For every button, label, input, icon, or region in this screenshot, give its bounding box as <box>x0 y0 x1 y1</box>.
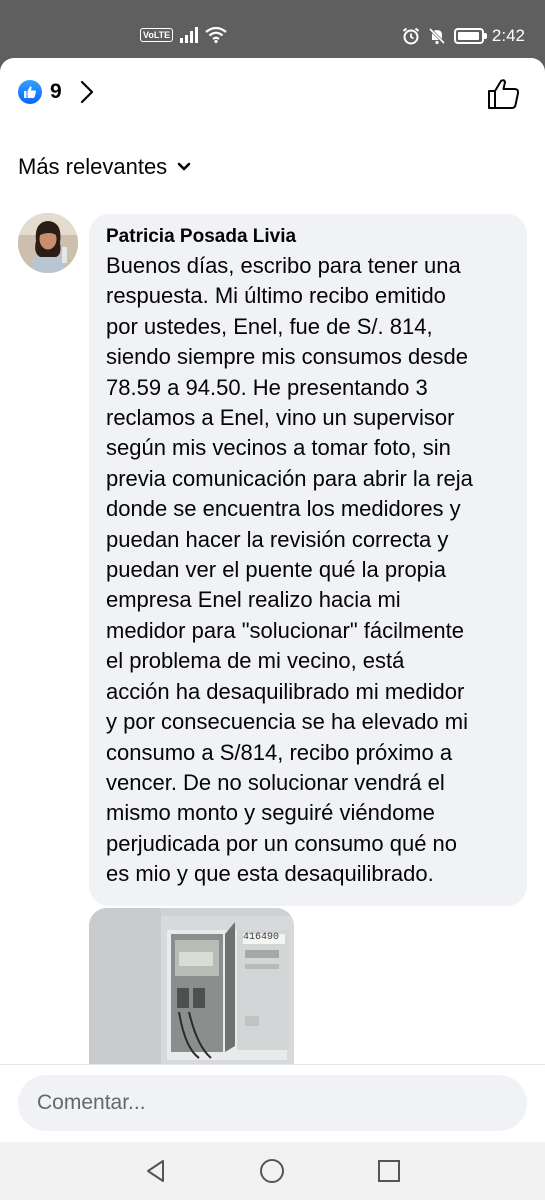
sort-selector[interactable]: Más relevantes <box>18 154 191 180</box>
chevron-right-icon[interactable] <box>80 80 94 104</box>
comment-text: Buenos días, escribo para tener una resp… <box>106 253 473 887</box>
photo-meter-label: 416490 <box>243 932 280 943</box>
comment-input[interactable] <box>18 1075 527 1131</box>
battery-icon <box>453 28 487 44</box>
home-icon[interactable] <box>259 1158 285 1184</box>
status-bar: VoLTE 2:42 <box>0 0 545 58</box>
status-right: 2:42 <box>402 26 525 46</box>
sort-label: Más relevantes <box>18 154 168 179</box>
volte-indicator: VoLTE <box>140 28 174 42</box>
comment-composer <box>0 1064 545 1142</box>
back-icon[interactable] <box>143 1158 169 1184</box>
like-button-icon[interactable] <box>487 78 521 110</box>
chevron-down-icon <box>177 162 191 171</box>
avatar[interactable] <box>18 213 78 273</box>
system-nav-bar <box>0 1142 545 1200</box>
status-left: VoLTE <box>140 27 227 43</box>
wifi-icon <box>205 27 227 43</box>
alarm-icon <box>402 27 420 45</box>
signal-icon <box>180 27 199 43</box>
comment-author[interactable]: Patricia Posada Livia <box>106 224 513 250</box>
reactions-summary[interactable]: 9 <box>18 80 94 104</box>
comment-bubble[interactable]: Patricia Posada Livia Buenos días, escri… <box>89 214 527 906</box>
clock: 2:42 <box>491 26 525 45</box>
mute-icon <box>428 27 445 45</box>
recents-icon[interactable] <box>376 1158 402 1184</box>
like-reaction-icon <box>18 80 42 104</box>
reaction-count: 9 <box>50 80 62 103</box>
comments-sheet: 9 Más relevantes Patricia Posada Livia B… <box>0 58 545 1200</box>
comment-photo[interactable]: 416490 <box>89 908 294 1068</box>
